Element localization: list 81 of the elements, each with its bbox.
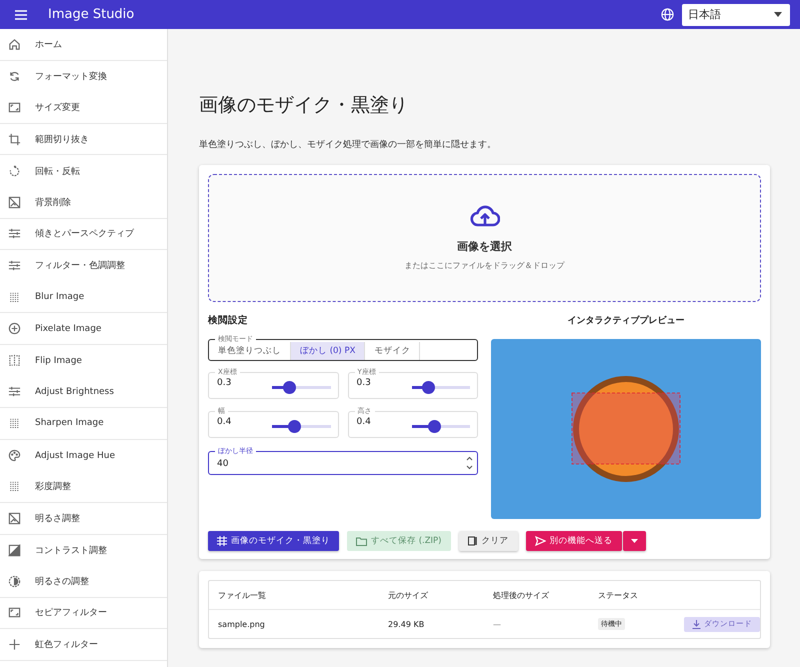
sidebar-item[interactable]: Adjust Brightness (0, 376, 167, 408)
table-cell-text: 29.49 KB (388, 620, 426, 628)
mode-tab[interactable]: ぼかし (0) PX (291, 342, 366, 360)
dots-icon (8, 290, 21, 304)
sync-icon (8, 70, 21, 83)
sidebar-item[interactable]: フィルター・色調調整 (0, 250, 167, 282)
language-select[interactable]: 日本語 (682, 4, 790, 26)
dropzone-title: 画像を選択 (457, 239, 512, 254)
app-title: Image Studio (48, 7, 134, 22)
column-header: ステータス (598, 590, 639, 600)
tune-icon (8, 227, 21, 240)
field-value: 0.4 (356, 416, 372, 426)
tune-icon (8, 259, 21, 272)
clear-button[interactable]: クリア (458, 531, 518, 551)
column-header: ファイル一覧 (218, 590, 267, 600)
field-value: 0.4 (217, 416, 232, 426)
rotate-icon (8, 164, 21, 178)
page-description: 単色塗りつぶし、ぼかし、モザイク処理で画像の一部を簡単に隠せます。 (199, 138, 497, 151)
sidebar-item[interactable]: 彩度調整 (0, 471, 167, 503)
field-value: 0.3 (217, 378, 232, 388)
menu-icon[interactable] (14, 8, 28, 20)
plus-icon (8, 638, 21, 652)
field-value: 0.3 (356, 378, 372, 388)
palette-icon (8, 449, 21, 462)
sidebar-item[interactable]: Flip Image (0, 344, 167, 377)
slider-thumb[interactable] (422, 381, 436, 394)
sidebar-item[interactable]: Pixelate Image (0, 313, 167, 345)
sidebar-item[interactable]: ホーム (0, 29, 167, 61)
preview-heading: インタラクティブプレビュー (566, 314, 686, 327)
caret-icon (630, 539, 638, 543)
globe-icon (661, 8, 674, 21)
image-icon (8, 512, 21, 525)
image-icon (8, 196, 21, 209)
sidebar-item[interactable]: 背景削除 (0, 186, 167, 219)
sidebar-item[interactable]: Sharpen Image (0, 408, 167, 440)
table-cell-text: sample.png (218, 620, 266, 628)
flip-icon (8, 354, 21, 368)
sidebar-item[interactable]: サイズ変更 (0, 92, 167, 124)
tune-icon (8, 385, 21, 398)
send-icon (534, 536, 546, 546)
sidebar-item[interactable]: コントラスト調整 (0, 534, 167, 566)
column-header: 処理後のサイズ (493, 590, 550, 600)
sidebar-item[interactable]: Adjust Image Hue (0, 440, 167, 472)
dropzone[interactable]: 画像を選択 またはここにファイルをドラッグ＆ドロップ (208, 174, 761, 302)
grid-icon (217, 536, 227, 546)
slider-thumb[interactable] (428, 420, 441, 433)
sidebar-item[interactable]: セピアフィルター (0, 598, 167, 630)
slider-thumb[interactable] (282, 381, 296, 394)
cloud-upload-icon (470, 205, 500, 227)
process-button[interactable]: 画像のモザイク・黒塗り (208, 531, 339, 551)
brightness-icon (8, 574, 21, 588)
dropzone-hint: またはここにファイルをドラッグ＆ドロップ (404, 260, 564, 271)
sidebar-item[interactable]: 傾きとパースペクティブ (0, 218, 167, 250)
resize-icon (8, 100, 21, 114)
download-icon (692, 620, 701, 628)
column-header: 元のサイズ (388, 590, 429, 600)
sidebar-item[interactable]: フォーマット変換 (0, 60, 167, 92)
sidebar-item[interactable]: 明るさ調整 (0, 502, 167, 534)
page-title: 画像のモザイク・黒塗り (199, 93, 409, 118)
settings-heading: 検閲設定 (208, 314, 249, 327)
home-icon (8, 38, 21, 51)
contrast-icon (8, 544, 21, 557)
sidebar-item[interactable]: 回転・反転 (0, 155, 167, 187)
sidebar-item[interactable]: 明るさの調整 (0, 566, 167, 598)
plus-circle-icon (8, 322, 21, 336)
dots-icon (8, 416, 21, 430)
mode-tab[interactable]: モザイク (365, 342, 420, 360)
crop-icon (8, 132, 21, 146)
dropdown-button[interactable] (622, 531, 646, 551)
sidebar-item[interactable]: 虹色フィルター (0, 629, 167, 661)
sidebar-item[interactable]: 範囲切り抜き (0, 124, 167, 156)
dots-icon (8, 480, 21, 494)
folder-icon (356, 536, 367, 546)
sidebar-item[interactable]: Blur Image (0, 282, 167, 314)
table-cell-text: — (493, 620, 502, 628)
clear-icon (468, 536, 478, 546)
spinner-icon[interactable] (466, 456, 473, 470)
resize-icon (8, 606, 21, 620)
slider-thumb[interactable] (288, 420, 302, 433)
caret-icon (774, 12, 782, 17)
send-button[interactable]: 別の機能へ送る (526, 531, 622, 551)
